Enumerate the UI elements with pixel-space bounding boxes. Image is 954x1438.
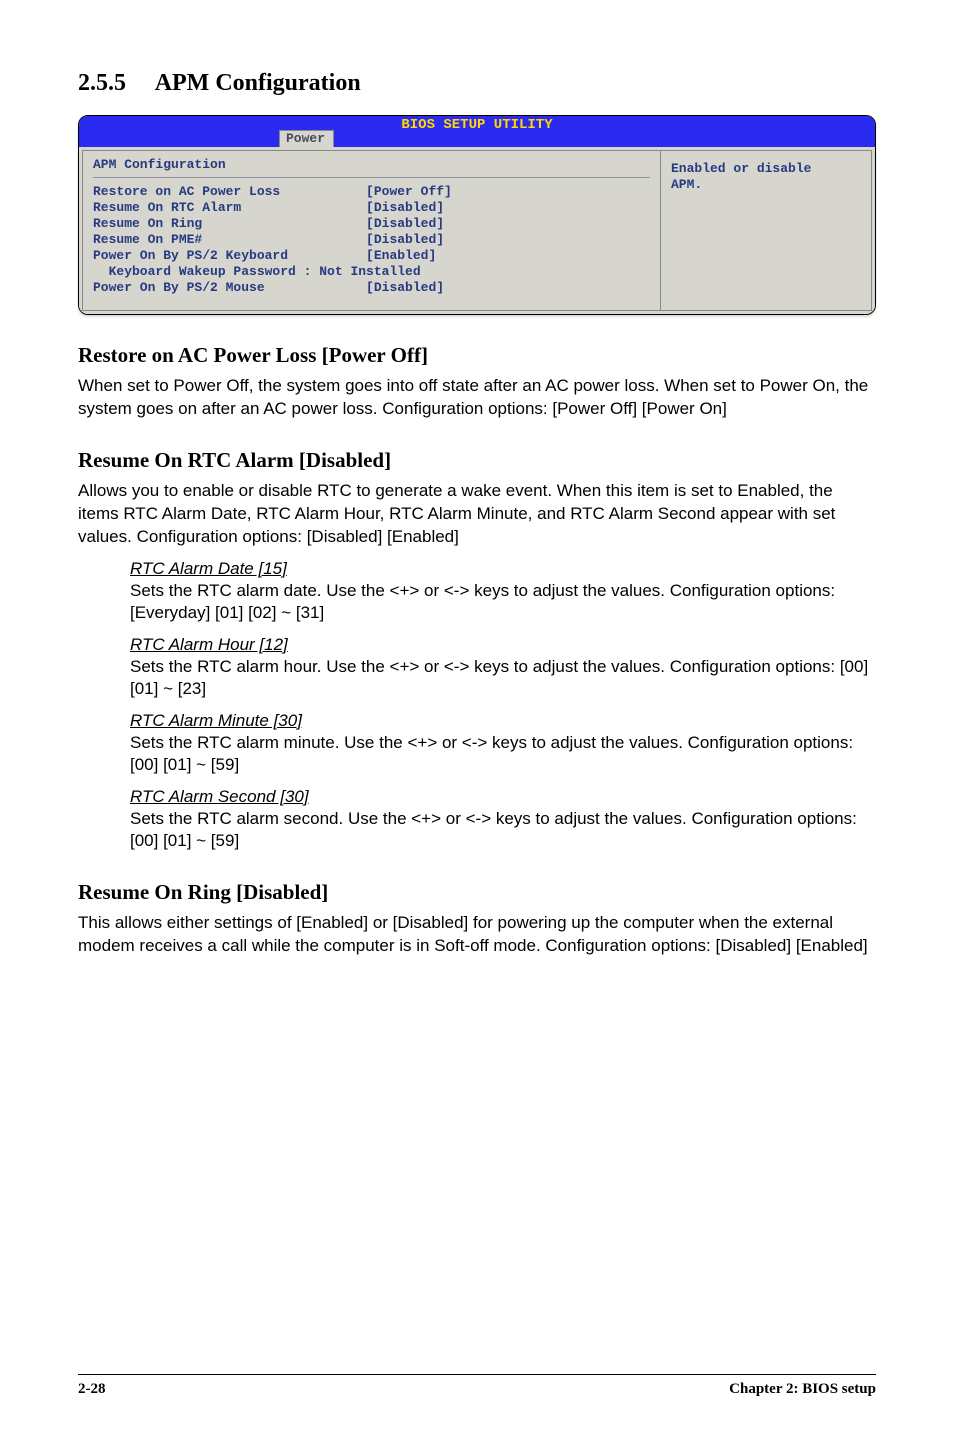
paragraph: This allows either settings of [Enabled]… <box>78 911 876 957</box>
bios-header-title: BIOS SETUP UTILITY <box>401 117 552 133</box>
sub-item: RTC Alarm Date [15] Sets the RTC alarm d… <box>130 558 876 624</box>
subheading-resume-ring: Resume On Ring [Disabled] <box>78 880 876 905</box>
subheading-resume-rtc: Resume On RTC Alarm [Disabled] <box>78 448 876 473</box>
page-footer: 2-28 Chapter 2: BIOS setup <box>78 1374 876 1398</box>
bios-header: BIOS SETUP UTILITY Power <box>79 116 875 147</box>
bios-left-panel: APM Configuration Restore on AC Power Lo… <box>82 150 660 311</box>
paragraph: When set to Power Off, the system goes i… <box>78 374 876 420</box>
sub-item-title: RTC Alarm Minute [30] <box>130 710 876 732</box>
page-number: 2-28 <box>78 1381 106 1398</box>
section-heading: 2.5.5 APM Configuration <box>78 70 876 97</box>
sub-item: RTC Alarm Minute [30] Sets the RTC alarm… <box>130 710 876 776</box>
sub-item-title: RTC Alarm Second [30] <box>130 786 876 808</box>
paragraph: Allows you to enable or disable RTC to g… <box>78 479 876 548</box>
sub-item-body: Sets the RTC alarm date. Use the <+> or … <box>130 580 876 624</box>
sub-item-body: Sets the RTC alarm minute. Use the <+> o… <box>130 732 876 776</box>
sub-item-title: RTC Alarm Date [15] <box>130 558 876 580</box>
bios-settings-list: Restore on AC Power Loss [Power Off] Res… <box>93 184 650 296</box>
subheading-restore-ac: Restore on AC Power Loss [Power Off] <box>78 343 876 368</box>
bios-tab-power: Power <box>279 130 334 147</box>
sub-item-body: Sets the RTC alarm hour. Use the <+> or … <box>130 656 876 700</box>
bios-body: APM Configuration Restore on AC Power Lo… <box>79 147 875 314</box>
sub-item: RTC Alarm Second [30] Sets the RTC alarm… <box>130 786 876 852</box>
sub-item: RTC Alarm Hour [12] Sets the RTC alarm h… <box>130 634 876 700</box>
sub-item-body: Sets the RTC alarm second. Use the <+> o… <box>130 808 876 852</box>
sub-item-title: RTC Alarm Hour [12] <box>130 634 876 656</box>
bios-panel-title: APM Configuration <box>93 157 650 178</box>
bios-help-text: Enabled or disable APM. <box>671 161 861 193</box>
bios-screenshot: BIOS SETUP UTILITY Power APM Configurati… <box>78 115 876 315</box>
section-number: 2.5.5 <box>78 70 126 97</box>
bios-help-panel: Enabled or disable APM. <box>660 150 872 311</box>
section-title: APM Configuration <box>155 70 361 96</box>
chapter-label: Chapter 2: BIOS setup <box>729 1381 876 1398</box>
